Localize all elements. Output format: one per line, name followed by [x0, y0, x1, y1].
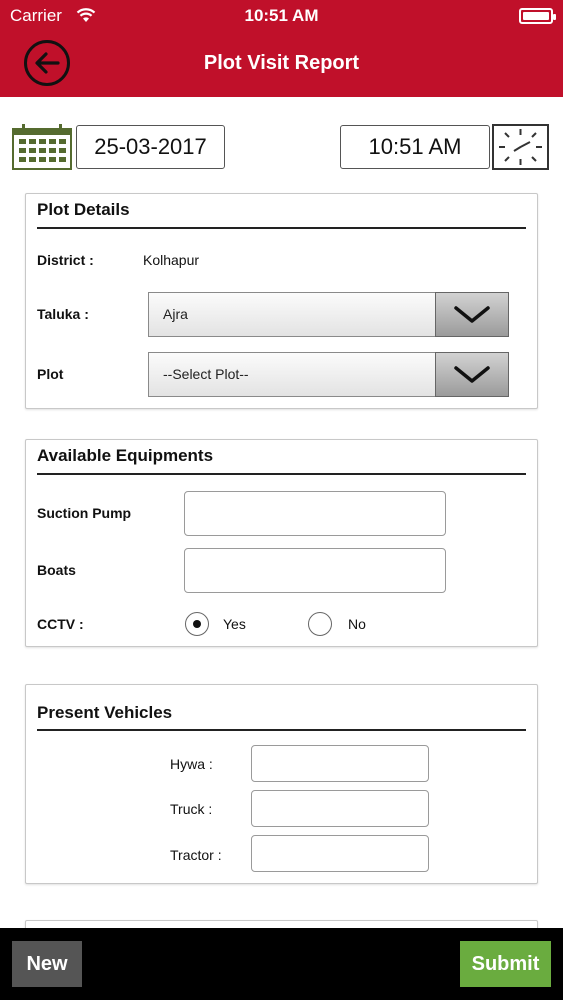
- suction-pump-input[interactable]: [184, 491, 446, 536]
- suction-pump-label: Suction Pump: [37, 505, 132, 521]
- radio-selected-dot: [193, 620, 201, 628]
- truck-input[interactable]: [251, 790, 429, 827]
- hywa-label: Hywa :: [170, 756, 213, 772]
- app-header: Carrier 10:51 AM Plot Visit Report: [0, 0, 563, 97]
- truck-label: Truck :: [170, 801, 213, 817]
- chevron-down-icon: [454, 305, 490, 323]
- battery-icon: [519, 8, 556, 24]
- section-divider: [37, 227, 526, 229]
- taluka-dropdown-button[interactable]: [435, 292, 509, 337]
- plot-dropdown-button[interactable]: [435, 352, 509, 397]
- cctv-yes-label[interactable]: Yes: [223, 616, 246, 632]
- chevron-down-icon: [454, 365, 490, 383]
- taluka-selected-value: Ajra: [163, 306, 188, 322]
- vehicles-title: Present Vehicles: [37, 703, 173, 722]
- tractor-label: Tractor :: [170, 847, 222, 863]
- clock-icon[interactable]: [492, 124, 549, 170]
- cctv-no-label[interactable]: No: [348, 616, 366, 632]
- district-label: District :: [37, 252, 94, 268]
- plot-label: Plot: [37, 366, 64, 382]
- section-divider: [37, 729, 526, 731]
- cctv-yes-radio[interactable]: [185, 612, 209, 636]
- taluka-label: Taluka :: [37, 306, 89, 322]
- status-time: 10:51 AM: [244, 6, 319, 25]
- boats-input[interactable]: [184, 548, 446, 593]
- taluka-select[interactable]: Ajra: [148, 292, 509, 337]
- cctv-no-radio[interactable]: [308, 612, 332, 636]
- equipments-card: Available Equipments Suction Pump Boats …: [25, 439, 538, 647]
- plot-selected-value: --Select Plot--: [163, 366, 249, 382]
- district-value: Kolhapur: [143, 252, 200, 268]
- hywa-input[interactable]: [251, 745, 429, 782]
- new-button[interactable]: New: [12, 941, 82, 987]
- tractor-input[interactable]: [251, 835, 429, 872]
- cctv-label: CCTV :: [37, 616, 84, 632]
- section-divider: [37, 473, 526, 475]
- boats-label: Boats: [37, 562, 76, 578]
- status-bar: Carrier 10:51 AM: [0, 0, 563, 32]
- equipments-title: Available Equipments: [37, 446, 214, 465]
- page-title: Plot Visit Report: [203, 52, 360, 74]
- bottom-toolbar: New Submit: [0, 928, 563, 1000]
- calendar-icon[interactable]: [12, 124, 72, 170]
- time-field[interactable]: 10:51 AM: [340, 125, 490, 169]
- plot-details-card: Plot Details District : Kolhapur Taluka …: [25, 193, 538, 409]
- plot-select[interactable]: --Select Plot--: [148, 352, 509, 397]
- date-field[interactable]: 25-03-2017: [76, 125, 225, 169]
- submit-button[interactable]: Submit: [460, 941, 551, 987]
- plot-details-title: Plot Details: [37, 200, 130, 219]
- vehicles-card: Present Vehicles Hywa : Truck : Tractor …: [25, 684, 538, 884]
